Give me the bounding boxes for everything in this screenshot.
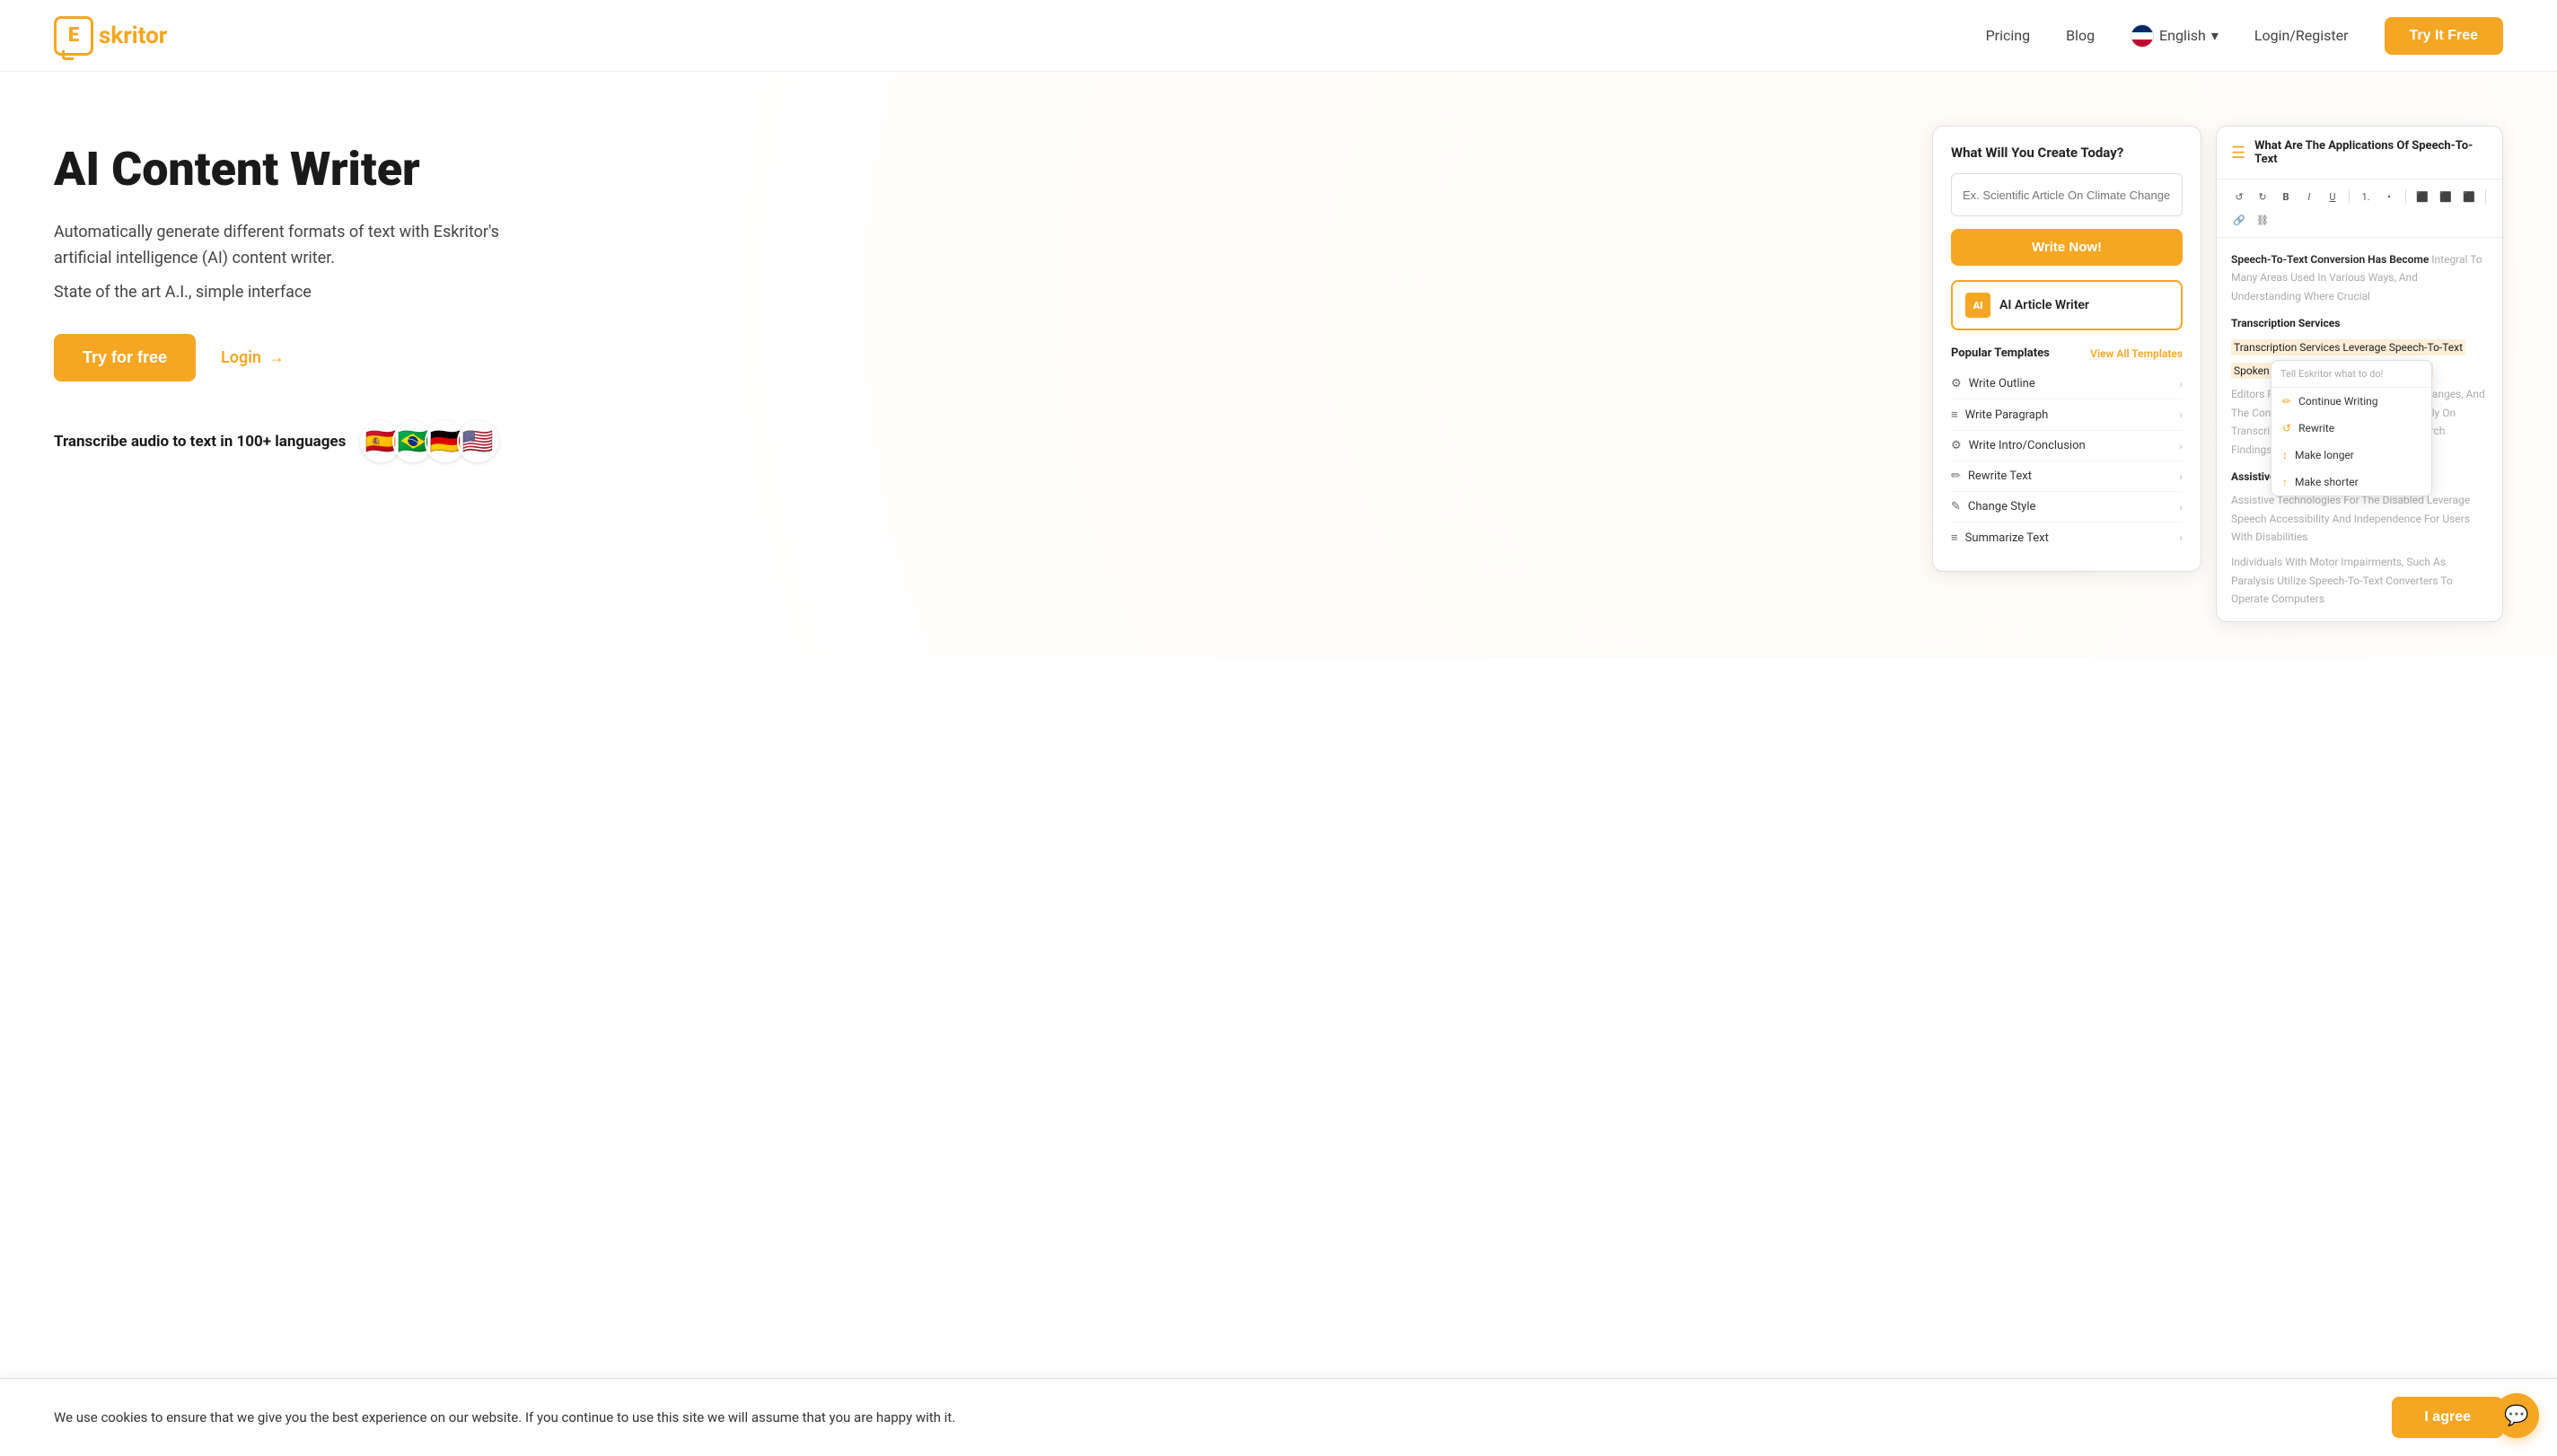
chevron-right-icon: › [2179,470,2183,483]
intro-icon: ⚙ [1951,439,1962,452]
logo[interactable]: E skritor [54,16,167,56]
popular-title: Popular Templates [1951,346,2050,360]
transcribe-section: Transcribe audio to text in 100+ languag… [54,421,557,462]
login-link[interactable]: Login → [221,348,285,367]
ai-article-writer-option[interactable]: AI AI Article Writer [1951,280,2183,330]
chevron-right-icon: › [2179,408,2183,421]
create-panel-title: What Will You Create Today? [1951,145,2183,161]
hero-right: What Will You Create Today? Write Now! A… [1932,126,2503,622]
template-write-outline[interactable]: ⚙Write Outline › [1951,369,2183,399]
unlink-icon[interactable]: ⛓ [2253,210,2272,230]
rewrite-context-icon: ↺ [2282,422,2291,434]
toolbar-separator [2349,189,2350,204]
flag-group: 🇪🇸 🇧🇷 🇩🇪 🇺🇸 [360,421,498,462]
hero-section: AI Content Writer Automatically generate… [0,72,2557,658]
chevron-right-icon: › [2179,501,2183,513]
align-center-icon[interactable]: ⬛ [2436,187,2456,206]
nav-blog[interactable]: Blog [2066,27,2095,44]
align-left-icon[interactable]: ⬛ [2412,187,2432,206]
menu-icon: ☰ [2231,144,2245,162]
transcription-section-title: Transcription Services [2231,314,2488,332]
create-panel: What Will You Create Today? Write Now! A… [1932,126,2201,572]
editor-panel: ☰ What Are The Applications Of Speech-To… [2216,126,2503,622]
nav-pricing[interactable]: Pricing [1986,27,2031,44]
nav-links: Pricing Blog English ▾ Login/Register Tr… [1986,17,2503,55]
topic-input[interactable] [1951,173,2183,216]
nav-login-register[interactable]: Login/Register [2254,27,2349,44]
transcribe-text: Transcribe audio to text in 100+ languag… [54,433,346,451]
unordered-list-icon[interactable]: • [2379,187,2399,206]
hero-buttons: Try for free Login → [54,334,557,382]
try-for-free-button[interactable]: Try for free [54,334,196,382]
arrow-right-icon: → [268,348,285,367]
outline-icon: ⚙ [1951,377,1962,390]
editor-intro-text: Speech-To-Text Conversion Has Become Int… [2231,250,2488,305]
template-write-paragraph[interactable]: ≡Write Paragraph › [1951,399,2183,431]
underline-icon[interactable]: U [2323,187,2342,206]
chat-bubble-button[interactable]: 💬 [2494,1393,2539,1438]
context-rewrite[interactable]: ↺ Rewrite [2271,415,2431,442]
context-make-shorter[interactable]: ↑ Make shorter [2271,469,2431,496]
editor-header: ☰ What Are The Applications Of Speech-To… [2217,127,2502,180]
context-make-longer[interactable]: ↕ Make longer [2271,442,2431,469]
editor-title: What Are The Applications Of Speech-To-T… [2254,139,2488,166]
highlighted-paragraph: Transcription Services Leverage Speech-T… [2231,338,2488,356]
italic-icon[interactable]: I [2299,187,2319,206]
paragraph-icon: ≡ [1951,408,1958,422]
summarize-icon: ≡ [1951,531,1958,545]
cookie-banner: We use cookies to ensure that we give yo… [0,1378,2557,1456]
cookie-text: We use cookies to ensure that we give yo… [54,1408,955,1428]
make-longer-icon: ↕ [2282,449,2288,461]
bold-icon[interactable]: B [2276,187,2296,206]
chevron-right-icon: › [2179,378,2183,390]
ordered-list-icon[interactable]: 1. [2356,187,2376,206]
continue-writing-icon: ✏ [2282,395,2291,408]
assistive-body: Assistive Technologies For The Disabled … [2231,491,2488,546]
template-change-style[interactable]: ✎Change Style › [1951,492,2183,522]
chevron-right-icon: › [2179,440,2183,452]
ai-article-label: AI Article Writer [1999,298,2089,312]
redo-icon[interactable]: ↻ [2253,187,2272,206]
style-icon: ✎ [1951,500,1961,513]
hero-title: AI Content Writer [54,144,557,195]
chevron-down-icon: ▾ [2211,27,2219,44]
template-intro-conclusion[interactable]: ⚙Write Intro/Conclusion › [1951,431,2183,461]
hero-description: Automatically generate different formats… [54,220,557,272]
cookie-agree-button[interactable]: I agree [2392,1397,2503,1438]
flag-usa: 🇺🇸 [457,421,498,462]
popular-templates-header: Popular Templates View All Templates [1951,346,2183,360]
align-right-icon[interactable]: ⬛ [2459,187,2479,206]
link-icon[interactable]: 🔗 [2229,210,2249,230]
write-now-button[interactable]: Write Now! [1951,229,2183,266]
chat-icon: 💬 [2504,1405,2528,1427]
hero-subtitle: State of the art A.I., simple interface [54,283,557,302]
nav-try-free-button[interactable]: Try It Free [2385,17,2503,55]
hero-left: AI Content Writer Automatically generate… [54,126,557,462]
editor-toolbar: ↺ ↻ B I U 1. • ⬛ ⬛ ⬛ 🔗 ⛓ [2217,180,2502,238]
view-all-templates[interactable]: View All Templates [2090,347,2183,360]
toolbar-separator3 [2485,189,2486,204]
motor-impairments-body: Individuals With Motor Impairments, Such… [2231,553,2488,608]
logo-text: skritor [99,22,167,49]
template-rewrite-text[interactable]: ✏Rewrite Text › [1951,461,2183,492]
templates-list: ⚙Write Outline › ≡Write Paragraph › ⚙Wri… [1951,369,2183,553]
toolbar-separator2 [2405,189,2406,204]
make-shorter-icon: ↑ [2282,476,2288,488]
logo-icon: E [54,16,93,56]
undo-icon[interactable]: ↺ [2229,187,2249,206]
context-input-label: Tell Eskritor what to do! [2271,361,2431,388]
us-flag-icon [2131,24,2154,48]
rewrite-icon: ✏ [1951,469,1961,483]
template-summarize-text[interactable]: ≡Summarize Text › [1951,522,2183,553]
nav-language[interactable]: English ▾ [2131,24,2219,48]
chevron-right-icon: › [2179,531,2183,544]
context-continue-writing[interactable]: ✏ Continue Writing [2271,388,2431,415]
navbar: E skritor Pricing Blog English ▾ Login/R… [0,0,2557,72]
context-menu: Tell Eskritor what to do! ✏ Continue Wri… [2271,360,2432,496]
ai-icon: AI [1965,293,1990,318]
